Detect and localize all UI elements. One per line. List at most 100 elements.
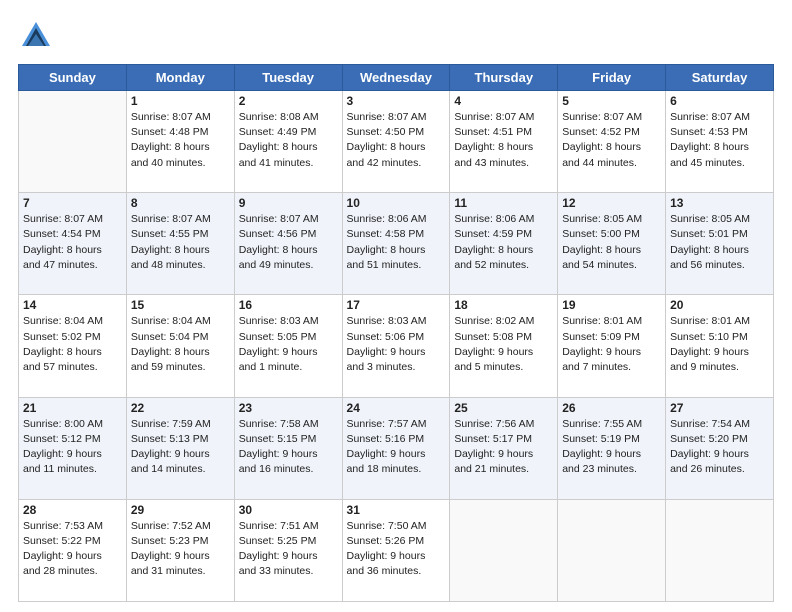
day-number: 19 [562, 298, 661, 312]
day-info: Sunrise: 8:01 AM Sunset: 5:09 PM Dayligh… [562, 314, 661, 375]
week-row-1: 1 Sunrise: 8:07 AM Sunset: 4:48 PM Daylig… [19, 91, 774, 193]
day-info: Sunrise: 8:07 AM Sunset: 4:48 PM Dayligh… [131, 110, 230, 171]
day-info: Sunrise: 8:00 AM Sunset: 5:12 PM Dayligh… [23, 417, 122, 478]
day-info: Sunrise: 8:03 AM Sunset: 5:05 PM Dayligh… [239, 314, 338, 375]
day-info: Sunrise: 7:55 AM Sunset: 5:19 PM Dayligh… [562, 417, 661, 478]
week-row-4: 21 Sunrise: 8:00 AM Sunset: 5:12 PM Dayli… [19, 397, 774, 499]
calendar-cell: 20Sunrise: 8:01 AM Sunset: 5:10 PM Dayli… [666, 295, 774, 397]
calendar-cell: 27 Sunrise: 7:54 AM Sunset: 5:20 PM Dayli… [666, 397, 774, 499]
logo-icon [18, 18, 54, 54]
day-info: Sunrise: 8:05 AM Sunset: 5:01 PM Dayligh… [670, 212, 769, 273]
calendar-cell [666, 499, 774, 601]
page: SundayMondayTuesdayWednesdayThursdayFrid… [0, 0, 792, 612]
day-number: 24 [347, 401, 446, 415]
calendar-cell: 3Sunrise: 8:07 AM Sunset: 4:50 PM Daylig… [342, 91, 450, 193]
day-info: Sunrise: 8:07 AM Sunset: 4:54 PM Dayligh… [23, 212, 122, 273]
day-info: Sunrise: 8:07 AM Sunset: 4:51 PM Dayligh… [454, 110, 553, 171]
day-info: Sunrise: 7:57 AM Sunset: 5:16 PM Dayligh… [347, 417, 446, 478]
calendar-cell: 25 Sunrise: 7:56 AM Sunset: 5:17 PM Dayli… [450, 397, 558, 499]
day-info: Sunrise: 8:06 AM Sunset: 4:58 PM Dayligh… [347, 212, 446, 273]
day-info: Sunrise: 7:53 AM Sunset: 5:22 PM Dayligh… [23, 519, 122, 580]
day-info: Sunrise: 8:08 AM Sunset: 4:49 PM Dayligh… [239, 110, 338, 171]
calendar-cell: 4 Sunrise: 8:07 AM Sunset: 4:51 PM Daylig… [450, 91, 558, 193]
calendar-cell: 5Sunrise: 8:07 AM Sunset: 4:52 PM Daylig… [558, 91, 666, 193]
day-info: Sunrise: 7:56 AM Sunset: 5:17 PM Dayligh… [454, 417, 553, 478]
day-number: 18 [454, 298, 553, 312]
day-info: Sunrise: 7:58 AM Sunset: 5:15 PM Dayligh… [239, 417, 338, 478]
calendar-cell: 2 Sunrise: 8:08 AM Sunset: 4:49 PM Daylig… [234, 91, 342, 193]
day-info: Sunrise: 8:01 AM Sunset: 5:10 PM Dayligh… [670, 314, 769, 375]
calendar-cell: 12Sunrise: 8:05 AM Sunset: 5:00 PM Dayli… [558, 193, 666, 295]
calendar-cell: 23 Sunrise: 7:58 AM Sunset: 5:15 PM Dayli… [234, 397, 342, 499]
day-number: 12 [562, 196, 661, 210]
day-number: 13 [670, 196, 769, 210]
calendar-cell: 26 Sunrise: 7:55 AM Sunset: 5:19 PM Dayli… [558, 397, 666, 499]
day-number: 6 [670, 94, 769, 108]
day-info: Sunrise: 8:07 AM Sunset: 4:55 PM Dayligh… [131, 212, 230, 273]
day-number: 10 [347, 196, 446, 210]
day-number: 25 [454, 401, 553, 415]
day-number: 30 [239, 503, 338, 517]
day-info: Sunrise: 7:54 AM Sunset: 5:20 PM Dayligh… [670, 417, 769, 478]
weekday-wednesday: Wednesday [342, 65, 450, 91]
day-number: 27 [670, 401, 769, 415]
weekday-sunday: Sunday [19, 65, 127, 91]
day-number: 15 [131, 298, 230, 312]
day-number: 21 [23, 401, 122, 415]
day-number: 11 [454, 196, 553, 210]
calendar-cell: 21 Sunrise: 8:00 AM Sunset: 5:12 PM Dayli… [19, 397, 127, 499]
day-info: Sunrise: 8:03 AM Sunset: 5:06 PM Dayligh… [347, 314, 446, 375]
day-info: Sunrise: 8:02 AM Sunset: 5:08 PM Dayligh… [454, 314, 553, 375]
day-number: 8 [131, 196, 230, 210]
day-number: 17 [347, 298, 446, 312]
calendar-cell: 6 Sunrise: 8:07 AM Sunset: 4:53 PM Daylig… [666, 91, 774, 193]
calendar-cell: 9Sunrise: 8:07 AM Sunset: 4:56 PM Daylig… [234, 193, 342, 295]
day-number: 14 [23, 298, 122, 312]
day-info: Sunrise: 7:50 AM Sunset: 5:26 PM Dayligh… [347, 519, 446, 580]
calendar-cell: 13 Sunrise: 8:05 AM Sunset: 5:01 PM Dayli… [666, 193, 774, 295]
day-number: 9 [239, 196, 338, 210]
weekday-tuesday: Tuesday [234, 65, 342, 91]
week-row-2: 7 Sunrise: 8:07 AM Sunset: 4:54 PM Daylig… [19, 193, 774, 295]
calendar-cell [558, 499, 666, 601]
day-number: 23 [239, 401, 338, 415]
day-number: 31 [347, 503, 446, 517]
day-info: Sunrise: 8:06 AM Sunset: 4:59 PM Dayligh… [454, 212, 553, 273]
calendar-table: SundayMondayTuesdayWednesdayThursdayFrid… [18, 64, 774, 602]
week-row-3: 14 Sunrise: 8:04 AM Sunset: 5:02 PM Dayli… [19, 295, 774, 397]
calendar-cell: 17 Sunrise: 8:03 AM Sunset: 5:06 PM Dayli… [342, 295, 450, 397]
calendar-cell: 18 Sunrise: 8:02 AM Sunset: 5:08 PM Dayli… [450, 295, 558, 397]
calendar-cell: 28 Sunrise: 7:53 AM Sunset: 5:22 PM Dayli… [19, 499, 127, 601]
weekday-header-row: SundayMondayTuesdayWednesdayThursdayFrid… [19, 65, 774, 91]
day-info: Sunrise: 7:51 AM Sunset: 5:25 PM Dayligh… [239, 519, 338, 580]
day-number: 4 [454, 94, 553, 108]
day-number: 28 [23, 503, 122, 517]
weekday-thursday: Thursday [450, 65, 558, 91]
day-info: Sunrise: 8:04 AM Sunset: 5:02 PM Dayligh… [23, 314, 122, 375]
calendar-cell: 7 Sunrise: 8:07 AM Sunset: 4:54 PM Daylig… [19, 193, 127, 295]
calendar-cell: 29Sunrise: 7:52 AM Sunset: 5:23 PM Dayli… [126, 499, 234, 601]
day-number: 7 [23, 196, 122, 210]
day-info: Sunrise: 8:07 AM Sunset: 4:52 PM Dayligh… [562, 110, 661, 171]
calendar-cell: 10 Sunrise: 8:06 AM Sunset: 4:58 PM Dayli… [342, 193, 450, 295]
calendar-cell: 15 Sunrise: 8:04 AM Sunset: 5:04 PM Dayli… [126, 295, 234, 397]
calendar-cell: 14 Sunrise: 8:04 AM Sunset: 5:02 PM Dayli… [19, 295, 127, 397]
calendar-cell: 8 Sunrise: 8:07 AM Sunset: 4:55 PM Daylig… [126, 193, 234, 295]
day-number: 16 [239, 298, 338, 312]
day-number: 22 [131, 401, 230, 415]
day-info: Sunrise: 8:04 AM Sunset: 5:04 PM Dayligh… [131, 314, 230, 375]
week-row-5: 28 Sunrise: 7:53 AM Sunset: 5:22 PM Dayli… [19, 499, 774, 601]
day-number: 26 [562, 401, 661, 415]
calendar-cell: 16 Sunrise: 8:03 AM Sunset: 5:05 PM Dayli… [234, 295, 342, 397]
logo [18, 18, 60, 54]
day-number: 3 [347, 94, 446, 108]
day-number: 2 [239, 94, 338, 108]
weekday-monday: Monday [126, 65, 234, 91]
day-number: 1 [131, 94, 230, 108]
header [18, 18, 774, 54]
calendar-cell [19, 91, 127, 193]
day-info: Sunrise: 8:07 AM Sunset: 4:53 PM Dayligh… [670, 110, 769, 171]
calendar-cell: 31 Sunrise: 7:50 AM Sunset: 5:26 PM Dayli… [342, 499, 450, 601]
calendar-cell: 19 Sunrise: 8:01 AM Sunset: 5:09 PM Dayli… [558, 295, 666, 397]
calendar-cell: 30 Sunrise: 7:51 AM Sunset: 5:25 PM Dayli… [234, 499, 342, 601]
